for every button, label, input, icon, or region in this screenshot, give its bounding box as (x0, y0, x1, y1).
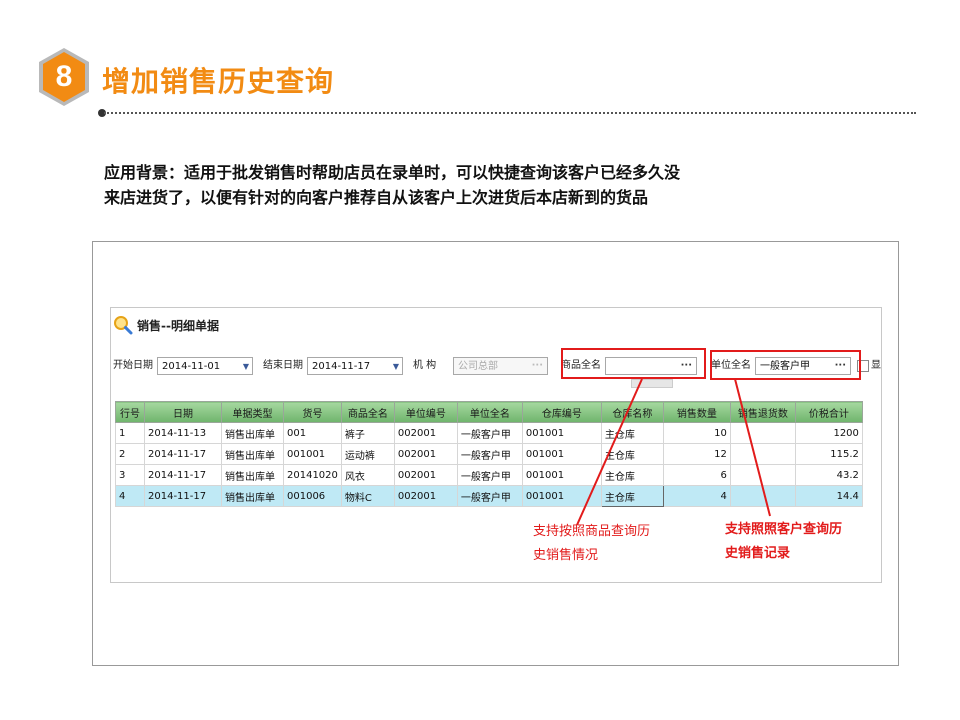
unit-code-cell: 002001 (393, 443, 458, 465)
column-header[interactable]: 单位编号 (393, 401, 458, 423)
total-amount-cell: 43.2 (794, 464, 863, 486)
item-code-cell: 20141020 (283, 464, 342, 486)
product-callout-line-2: 史销售情况 (533, 548, 599, 563)
doc-type-cell: 销售出库单 (221, 464, 284, 486)
item-code-cell: 001 (283, 422, 342, 444)
warehouse-code-cell: 001001 (521, 443, 602, 465)
total-amount-cell: 115.2 (794, 443, 863, 465)
product-query-callout: 支持按照商品查询历 史销售情况 (533, 520, 650, 568)
total-amount-cell: 14.4 (794, 485, 863, 507)
unit-code-cell: 002001 (393, 422, 458, 444)
column-header[interactable]: 仓库编号 (521, 401, 602, 423)
step-number: 8 (55, 60, 73, 93)
product-filter-highlight (561, 348, 706, 379)
warehouse-name-cell: 主仓库 (600, 464, 664, 486)
ellipsis-icon: ··· (531, 360, 543, 371)
row-number-cell: 4 (115, 485, 145, 507)
title-divider (104, 112, 916, 114)
start-date-value: 2014-11-01 (162, 361, 221, 372)
description-line-1: 应用背景：适用于批发销售时帮助店员在录单时，可以快捷查询该客户已经多久没 (104, 163, 681, 182)
table-row[interactable]: 3 2014-11-17 销售出库单 20141020 风衣 002001 一般… (115, 464, 863, 486)
step-number-badge: 8 (36, 46, 92, 108)
column-header[interactable]: 日期 (144, 401, 222, 423)
warehouse-code-cell: 001001 (521, 485, 602, 507)
product-name-cell: 裤子 (340, 422, 395, 444)
sales-qty-cell: 12 (662, 443, 731, 465)
unit-name-cell: 一般客户甲 (456, 464, 523, 486)
table-row[interactable]: 1 2014-11-13 销售出库单 001 裤子 002001 一般客户甲 0… (115, 422, 863, 444)
dropdown-arrow-icon[interactable]: ▼ (243, 358, 249, 376)
sales-detail-table: 行号 日期 单据类型 货号 商品全名 单位编号 单位全名 仓库编号 仓库名称 销… (115, 401, 863, 507)
product-callout-line-1: 支持按照商品查询历 (533, 524, 651, 539)
sales-qty-cell: 4 (662, 485, 731, 507)
row-number-cell: 2 (115, 443, 145, 465)
end-date-label: 结束日期 (263, 360, 303, 371)
return-qty-cell (729, 443, 796, 465)
end-date-picker[interactable]: 2014-11-17 ▼ (307, 357, 403, 375)
product-name-cell: 运动裤 (340, 443, 395, 465)
warehouse-name-cell: 主仓库 (600, 485, 664, 507)
customer-callout-line-1: 支持照照客户查询历 (725, 522, 843, 537)
unit-name-cell: 一般客户甲 (456, 485, 523, 507)
search-magnifier-icon (114, 316, 133, 335)
total-amount-cell: 1200 (794, 422, 863, 444)
table-row-selected[interactable]: 4 2014-11-17 销售出库单 001006 物料C 002001 一般客… (115, 485, 863, 507)
warehouse-name-cell: 主仓库 (600, 443, 664, 465)
doc-type-cell: 销售出库单 (221, 485, 284, 507)
start-date-label: 开始日期 (113, 360, 153, 371)
item-code-cell: 001006 (283, 485, 342, 507)
table-header-row: 行号 日期 单据类型 货号 商品全名 单位编号 单位全名 仓库编号 仓库名称 销… (115, 401, 863, 423)
column-header[interactable]: 仓库名称 (600, 401, 664, 423)
doc-type-cell: 销售出库单 (221, 443, 284, 465)
return-qty-cell (729, 422, 796, 444)
unit-code-cell: 002001 (393, 464, 458, 486)
customer-query-callout: 支持照照客户查询历 史销售记录 (725, 518, 842, 566)
column-header[interactable]: 单位全名 (456, 401, 523, 423)
org-label: 机 构 (413, 360, 437, 371)
row-number-cell: 1 (115, 422, 145, 444)
column-header[interactable]: 销售退货数 (729, 401, 796, 423)
item-code-cell: 001001 (283, 443, 342, 465)
product-name-cell: 风衣 (340, 464, 395, 486)
slide-title: 增加销售历史查询 (102, 65, 335, 98)
doc-type-cell: 销售出库单 (221, 422, 284, 444)
splitter-handle[interactable] (631, 379, 673, 388)
org-value: 公司总部 (458, 361, 498, 372)
date-cell: 2014-11-17 (144, 464, 222, 486)
column-header[interactable]: 货号 (283, 401, 342, 423)
date-cell: 2014-11-13 (144, 422, 222, 444)
description-line-2: 来店进货了，以便有针对的向客户推荐自从该客户上次进货后本店新到的货品 (104, 188, 649, 207)
product-name-cell: 物料C (340, 485, 395, 507)
start-date-picker[interactable]: 2014-11-01 ▼ (157, 357, 253, 375)
window-title-bar: 销售--明细单据 (113, 314, 219, 336)
org-field: 公司总部 ··· (453, 357, 548, 375)
show-label: 显 (871, 360, 881, 371)
sales-qty-cell: 10 (662, 422, 731, 444)
sales-qty-cell: 6 (662, 464, 731, 486)
warehouse-name-cell: 主仓库 (600, 422, 664, 444)
warehouse-code-cell: 001001 (521, 422, 602, 444)
column-header[interactable]: 行号 (115, 401, 145, 423)
column-header[interactable]: 单据类型 (221, 401, 284, 423)
return-qty-cell (729, 464, 796, 486)
row-number-cell: 3 (115, 464, 145, 486)
unit-name-cell: 一般客户甲 (456, 443, 523, 465)
warehouse-code-cell: 001001 (521, 464, 602, 486)
table-row[interactable]: 2 2014-11-17 销售出库单 001001 运动裤 002001 一般客… (115, 443, 863, 465)
date-cell: 2014-11-17 (144, 443, 222, 465)
column-header[interactable]: 销售数量 (662, 401, 731, 423)
end-date-value: 2014-11-17 (312, 361, 371, 372)
date-cell: 2014-11-17 (144, 485, 222, 507)
column-header[interactable]: 商品全名 (340, 401, 395, 423)
unit-code-cell: 002001 (393, 485, 458, 507)
column-header[interactable]: 价税合计 (794, 401, 863, 423)
unit-name-cell: 一般客户甲 (456, 422, 523, 444)
customer-callout-line-2: 史销售记录 (725, 546, 791, 561)
background-description: 应用背景：适用于批发销售时帮助店员在录单时，可以快捷查询该客户已经多久没 来店进… (104, 160, 884, 210)
dropdown-arrow-icon[interactable]: ▼ (393, 358, 399, 376)
return-qty-cell (729, 485, 796, 507)
customer-filter-highlight (710, 350, 861, 380)
window-title: 销售--明细单据 (137, 318, 219, 333)
